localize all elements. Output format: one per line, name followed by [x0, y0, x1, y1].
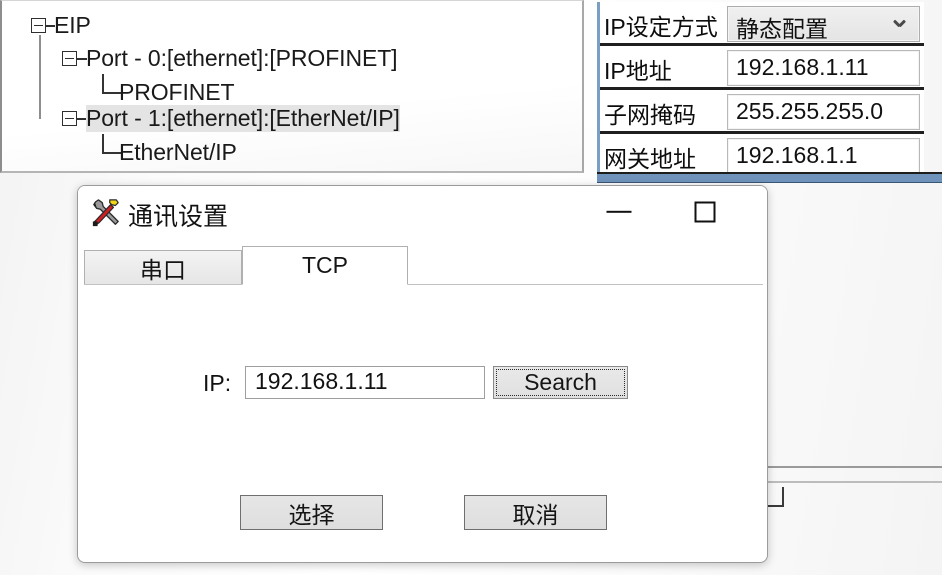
tcp-tab-pane	[84, 285, 763, 557]
tree-expander-eip[interactable]	[31, 18, 46, 33]
ip-settings-property-grid: IP设定方式 静态配置 IP地址 192.168.1.11 子网掩码 255.2…	[597, 2, 924, 178]
search-button-label: Search	[524, 369, 597, 395]
subnet-mask-value: 255.255.255.0	[736, 98, 884, 124]
ip-address-input[interactable]: 192.168.1.11	[727, 50, 920, 86]
minimize-button[interactable]	[588, 186, 650, 238]
background-divider-upper	[765, 466, 942, 468]
confirm-button[interactable]: 选择	[240, 495, 383, 530]
ip-address-value: 192.168.1.11	[736, 54, 869, 80]
dialog-tabstrip: 串口 TCP	[84, 246, 763, 285]
tree-expander-port-0[interactable]	[62, 51, 77, 66]
property-label-ip-address: IP地址	[604, 58, 672, 84]
tab-serial-port-label: 串口	[140, 256, 186, 283]
background-panel-corner	[766, 487, 784, 507]
tree-node-eip[interactable]: EIP	[54, 12, 91, 39]
property-label-gateway: 网关地址	[604, 146, 696, 172]
subnet-mask-input[interactable]: 255.255.255.0	[727, 94, 920, 130]
tree-node-port-0[interactable]: Port - 0:[ethernet]:[PROFINET]	[86, 45, 398, 72]
tab-tcp-label: TCP	[302, 252, 348, 278]
maximize-icon	[694, 201, 716, 223]
gateway-value: 192.168.1.1	[736, 142, 858, 168]
cancel-button-label: 取消	[512, 501, 559, 528]
tree-node-ethernetip[interactable]: EtherNet/IP	[119, 139, 237, 166]
maximize-button[interactable]	[674, 186, 736, 238]
confirm-button-label: 选择	[288, 501, 335, 528]
dialog-titlebar[interactable]: 通讯设置	[78, 186, 767, 241]
tree-node-port-1[interactable]: Port - 1:[ethernet]:[EtherNet/IP]	[86, 105, 400, 132]
search-button[interactable]: Search	[493, 366, 628, 399]
tree-expander-port-1[interactable]	[62, 111, 77, 126]
property-label-subnet-mask: 子网掩码	[604, 102, 696, 128]
close-button[interactable]	[767, 186, 768, 238]
tab-serial-port[interactable]: 串口	[84, 250, 242, 285]
device-tree-panel: EIP Port - 0:[ethernet]:[PROFINET] PROFI…	[0, 0, 584, 173]
ip-mode-value: 静态配置	[736, 16, 828, 42]
property-grid-accent-bar	[597, 172, 942, 183]
dialog-title: 通讯设置	[128, 203, 229, 231]
tree-connector-vertical	[39, 35, 41, 119]
property-row-subnet-mask: 子网掩码 255.255.255.0	[600, 90, 924, 134]
search-ip-value: 192.168.1.11	[255, 368, 388, 394]
ip-field-label: IP:	[203, 370, 232, 396]
property-label-ip-mode: IP设定方式	[604, 14, 718, 40]
cancel-button[interactable]: 取消	[464, 495, 607, 530]
background-divider-lower	[765, 481, 942, 483]
tab-tcp[interactable]: TCP	[242, 246, 408, 285]
property-row-ip-mode: IP设定方式 静态配置	[600, 2, 924, 46]
minimize-icon	[606, 210, 632, 214]
hammer-wrench-icon	[92, 199, 119, 227]
search-ip-input[interactable]: 192.168.1.11	[245, 366, 485, 399]
tree-node-profinet[interactable]: PROFINET	[119, 79, 235, 106]
chevron-down-icon	[894, 20, 905, 31]
ip-mode-combobox[interactable]: 静态配置	[727, 6, 920, 42]
property-row-ip-address: IP地址 192.168.1.11	[600, 46, 924, 90]
gateway-input[interactable]: 192.168.1.1	[727, 138, 920, 174]
